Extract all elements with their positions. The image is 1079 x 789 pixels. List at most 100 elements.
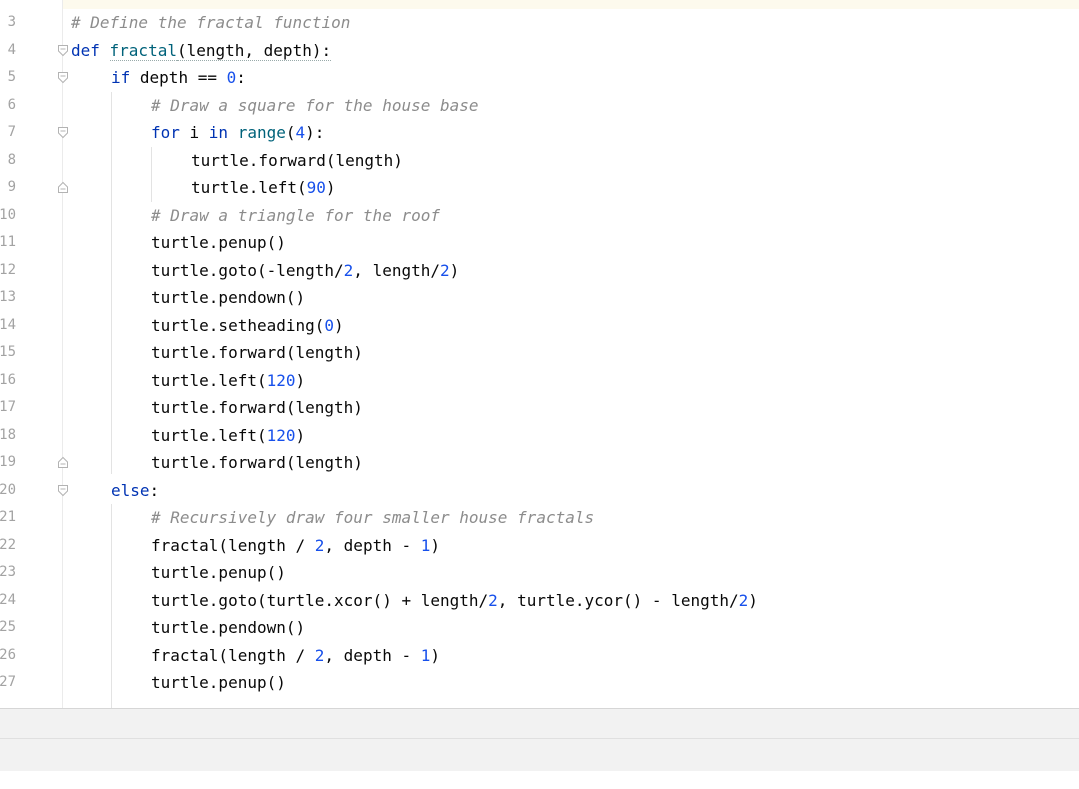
code-token: 2 — [314, 645, 325, 665]
fold-close-icon[interactable] — [57, 181, 69, 194]
code-text: turtle.forward(length) — [151, 339, 363, 367]
code-token: turtle.goto(turtle.xcor() + length/ — [151, 590, 489, 610]
code-text: turtle.forward(length) — [151, 394, 363, 422]
line-number: 3 — [7, 14, 16, 30]
code-text: turtle.setheading(0) — [151, 312, 344, 340]
code-token: ) — [430, 645, 441, 665]
fold-open-icon[interactable] — [57, 484, 69, 497]
code-token: 120 — [266, 425, 296, 445]
code-line[interactable]: 26 fractal(length / 2, depth - 1) — [0, 642, 1079, 670]
code-token: 2 — [738, 590, 749, 610]
code-line[interactable]: 16 turtle.left(120) — [0, 367, 1079, 395]
code-line[interactable]: 25 turtle.pendown() — [0, 614, 1079, 642]
code-token: turtle.forward(length) — [151, 453, 363, 472]
code-text: fractal(length / 2, depth - 1) — [151, 642, 440, 670]
code-token: turtle.left( — [151, 370, 267, 390]
code-token: 1 — [420, 535, 431, 555]
code-editor[interactable]: 3 # Define the fractal function 4 def fract… — [0, 0, 1079, 708]
fold-open-icon[interactable] — [57, 126, 69, 139]
code-token: 2 — [488, 590, 498, 610]
code-token: # Recursively draw four smaller house fr… — [151, 508, 595, 527]
line-number: 22 — [0, 536, 16, 553]
code-line[interactable]: 23 turtle.penup() — [0, 559, 1079, 587]
code-token: 90 — [306, 178, 326, 197]
fold-open-icon[interactable] — [57, 44, 69, 57]
code-token: ) — [334, 315, 344, 335]
code-token: fractal(length / — [151, 535, 315, 555]
line-number: 20 — [0, 481, 16, 498]
code-token: , depth - — [324, 535, 421, 555]
code-line[interactable]: 14 turtle.setheading(0) — [0, 312, 1079, 340]
code-token: 0 — [324, 315, 335, 335]
line-number: 16 — [0, 371, 16, 388]
code-token: 0 — [226, 68, 237, 87]
code-line[interactable]: 6 # Draw a square for the house base — [0, 92, 1079, 120]
code-text: turtle.penup() — [151, 669, 286, 697]
code-line[interactable]: 13 turtle.pendown() — [0, 284, 1079, 312]
line-number: 10 — [0, 206, 16, 223]
bottom-tool-panel — [0, 708, 1079, 789]
code-text: turtle.penup() — [151, 559, 286, 587]
code-token: turtle.forward(length) — [151, 343, 363, 362]
line-number: 18 — [0, 426, 16, 443]
line-number: 4 — [7, 41, 16, 58]
code-line[interactable]: 22 fractal(length / 2, depth - 1) — [0, 532, 1079, 560]
code-token: turtle.penup() — [151, 673, 286, 692]
code-token: # Define the fractal function — [71, 13, 351, 32]
code-text: turtle.goto(-length/2, length/2) — [151, 257, 459, 285]
code-text: # Draw a square for the house base — [151, 92, 479, 120]
code-token: , depth - — [324, 645, 421, 665]
code-line[interactable]: 3 # Define the fractal function — [0, 9, 1079, 37]
code-line[interactable]: 8 turtle.forward(length) — [0, 147, 1079, 175]
line-number: 19 — [0, 454, 16, 470]
code-line[interactable]: 19 turtle.forward(length) — [0, 449, 1079, 477]
code-token: turtle.forward(length) — [191, 150, 403, 170]
line-number: 24 — [0, 591, 16, 608]
code-line[interactable]: 12 turtle.goto(-length/2, length/2) — [0, 257, 1079, 285]
code-token: fractal(length / — [151, 645, 315, 665]
code-token: i — [189, 123, 209, 142]
code-token: turtle.penup() — [151, 233, 286, 252]
code-token: range — [237, 123, 286, 142]
code-line[interactable]: 27 turtle.penup() — [0, 669, 1079, 697]
code-token: ) — [430, 535, 441, 555]
code-text: def fractal(length, depth): — [71, 37, 332, 65]
current-line-highlight — [62, 0, 1079, 9]
code-line[interactable]: 15 turtle.forward(length) — [0, 339, 1079, 367]
code-text: else: — [111, 477, 159, 505]
status-bar — [0, 771, 1079, 789]
code-text: # Recursively draw four smaller house fr… — [151, 504, 594, 532]
code-text: turtle.left(120) — [151, 367, 305, 395]
code-token: ) — [449, 260, 460, 280]
code-line[interactable]: 20 else: — [0, 477, 1079, 505]
fold-open-icon[interactable] — [57, 71, 69, 84]
code-line[interactable]: 11 turtle.penup() — [0, 229, 1079, 257]
code-line[interactable]: 5 if depth == 0: — [0, 64, 1079, 92]
code-line[interactable]: 4 def fractal(length, depth): — [0, 37, 1079, 65]
code-token: def — [71, 40, 110, 60]
line-number: 5 — [7, 69, 16, 85]
line-number: 12 — [0, 261, 16, 278]
line-number: 9 — [7, 179, 16, 195]
code-token: turtle.penup() — [151, 563, 286, 582]
code-token: if — [111, 68, 140, 87]
line-number: 25 — [0, 619, 16, 635]
code-line[interactable]: 17 turtle.forward(length) — [0, 394, 1079, 422]
code-line[interactable]: 24 turtle.goto(turtle.xcor() + length/2, … — [0, 587, 1079, 615]
code-token: ) — [295, 370, 306, 390]
fold-close-icon[interactable] — [57, 456, 69, 469]
code-token: , length/ — [353, 260, 440, 280]
code-token: in — [208, 123, 238, 142]
code-line[interactable]: 21 # Recursively draw four smaller house … — [0, 504, 1079, 532]
code-token: # Draw a triangle for the roof — [151, 205, 440, 225]
code-token: 2 — [343, 260, 354, 280]
line-number: 21 — [0, 509, 16, 525]
line-number: 26 — [0, 646, 16, 663]
code-token: for — [151, 123, 190, 142]
code-line[interactable]: 7 for i in range(4): — [0, 119, 1079, 147]
code-line[interactable]: 10 # Draw a triangle for the roof — [0, 202, 1079, 230]
code-token: turtle.forward(length) — [151, 398, 363, 417]
code-line[interactable]: 9 turtle.left(90) — [0, 174, 1079, 202]
code-line[interactable]: 18 turtle.left(120) — [0, 422, 1079, 450]
line-number: 13 — [0, 289, 16, 305]
